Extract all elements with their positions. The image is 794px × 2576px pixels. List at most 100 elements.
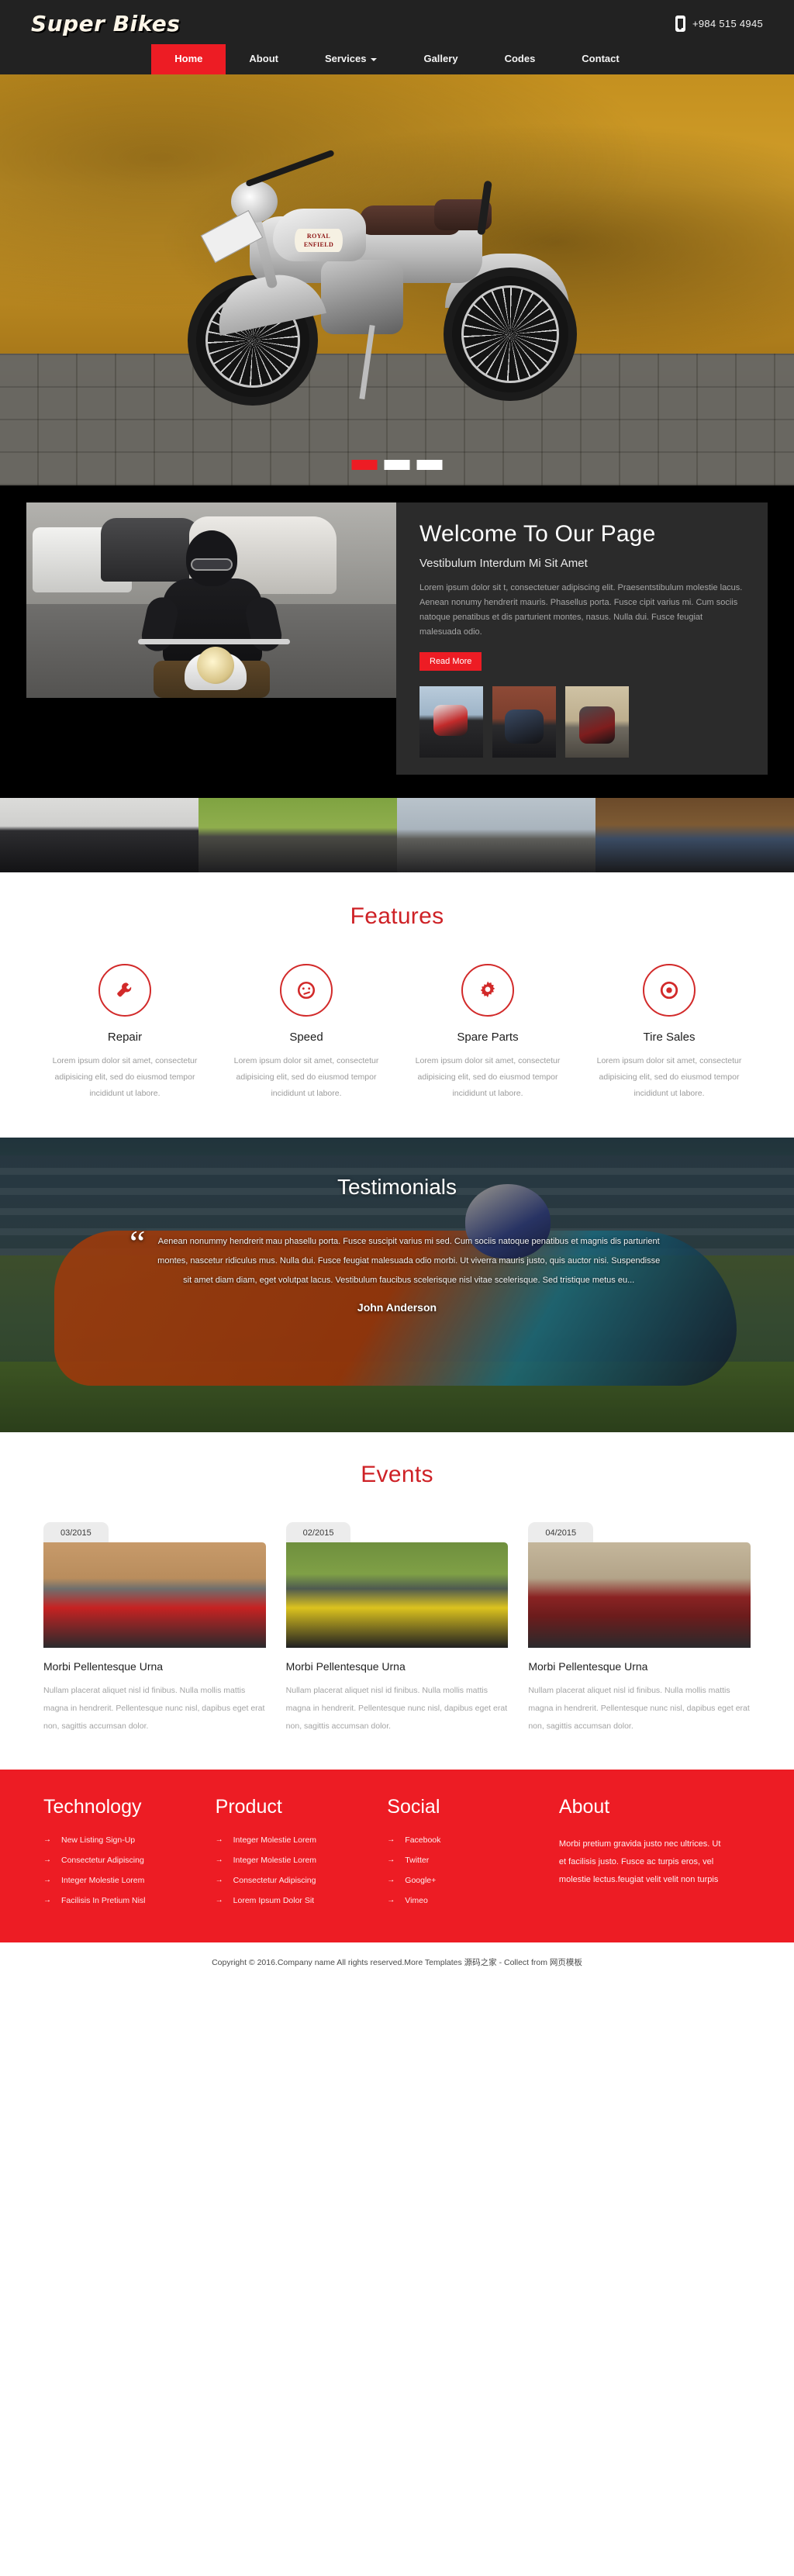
testimonial-author: John Anderson — [357, 1301, 437, 1314]
bike-brand-badge: ROYAL ENFIELD — [295, 228, 343, 252]
feature-desc: Lorem ipsum dolor sit amet, consectetur … — [596, 1056, 742, 1098]
event-title: Morbi Pellentesque Urna — [43, 1660, 164, 1673]
footer-column-about: About Morbi pretium gravida justo nec ul… — [559, 1796, 751, 1916]
arrow-right-icon: → — [387, 1896, 395, 1904]
gallery-item-4[interactable] — [596, 798, 794, 872]
welcome-photo-rider — [138, 530, 290, 698]
footer-link[interactable]: → Lorem Ipsum Dolor Sit — [216, 1896, 369, 1905]
nav-item-home[interactable]: Home — [151, 44, 226, 74]
site-footer: Technology → New Listing Sign-Up → Consect… — [0, 1770, 794, 1942]
feature-tire-sales[interactable]: Tire Sales Lorem ipsum dolor sit amet, c… — [596, 964, 743, 1102]
footer-link[interactable]: → Integer Molestie Lorem — [43, 1876, 197, 1885]
feature-spare-parts[interactable]: Spare Parts Lorem ipsum dolor sit amet, … — [414, 964, 561, 1102]
rider-bike-handlebars — [138, 639, 290, 644]
footer-link[interactable]: → Facilisis In Pretium Nisl — [43, 1896, 197, 1905]
event-card[interactable]: 03/2015 Morbi Pellentesque Urna Nullam p… — [43, 1522, 266, 1735]
welcome-thumbnails — [419, 686, 744, 758]
welcome-thumb-1[interactable] — [419, 686, 483, 758]
arrow-right-icon: → — [43, 1896, 51, 1904]
nav-label-home: Home — [174, 53, 203, 64]
welcome-panel: Welcome To Our Page Vestibulum Interdum … — [396, 502, 768, 775]
footer-link[interactable]: → Integer Molestie Lorem — [216, 1835, 369, 1845]
footer-link[interactable]: → New Listing Sign-Up — [43, 1835, 197, 1845]
event-image — [285, 1542, 509, 1648]
feature-title: Spare Parts — [457, 1031, 519, 1044]
nav-list: Home About Services Gallery Codes Contac… — [151, 44, 642, 74]
gallery-item-3[interactable] — [397, 798, 596, 872]
arrow-right-icon: → — [387, 1876, 395, 1884]
hero-slider[interactable]: ROYAL ENFIELD — [0, 74, 794, 485]
gallery-item-1[interactable] — [0, 798, 198, 872]
arrow-right-icon: → — [43, 1856, 51, 1864]
hero-slide-indicator-2[interactable] — [384, 460, 410, 470]
footer-columns: Technology → New Listing Sign-Up → Consect… — [43, 1796, 751, 1916]
footer-column-technology: Technology → New Listing Sign-Up → Consect… — [43, 1796, 197, 1916]
footer-link[interactable]: → Integer Molestie Lorem — [216, 1856, 369, 1865]
welcome-thumb-2[interactable] — [492, 686, 556, 758]
feature-title: Speed — [289, 1031, 323, 1044]
nav-item-codes[interactable]: Codes — [482, 44, 559, 74]
footer-column-title: Technology — [43, 1796, 142, 1818]
event-card[interactable]: 04/2015 Morbi Pellentesque Urna Nullam p… — [528, 1522, 751, 1735]
page-root: Super Bikes +984 515 4945 Home About Ser… — [0, 0, 794, 1981]
events-section: Events 03/2015 Morbi Pellentesque Urna N… — [0, 1432, 794, 1770]
event-title: Morbi Pellentesque Urna — [285, 1660, 406, 1673]
welcome-row: Welcome To Our Page Vestibulum Interdum … — [26, 502, 768, 775]
chevron-down-icon — [371, 57, 378, 61]
event-description: Nullam placerat aliquet nisl id finibus.… — [43, 1686, 265, 1731]
nav-item-services[interactable]: Services — [302, 44, 401, 74]
site-logo[interactable]: Super Bikes — [31, 11, 180, 36]
gallery-item-2[interactable] — [198, 798, 397, 872]
welcome-section: Welcome To Our Page Vestibulum Interdum … — [0, 485, 794, 798]
welcome-thumb-3[interactable] — [565, 686, 629, 758]
footer-link[interactable]: → Consectetur Adipiscing — [43, 1856, 197, 1865]
header-phone: +984 515 4945 — [675, 16, 763, 32]
footer-link-label: Twitter — [405, 1856, 430, 1865]
footer-link-label: Facebook — [405, 1835, 441, 1845]
footer-link-vimeo[interactable]: → Vimeo — [387, 1896, 540, 1905]
nav-item-about[interactable]: About — [226, 44, 302, 74]
footer-link-googleplus[interactable]: → Google+ — [387, 1876, 540, 1885]
event-image — [528, 1542, 751, 1648]
nav-item-contact[interactable]: Contact — [558, 44, 642, 74]
nav-label-codes: Codes — [504, 53, 536, 64]
rider-goggles — [191, 558, 233, 571]
feature-icon-circle — [98, 964, 151, 1017]
event-card[interactable]: 02/2015 Morbi Pellentesque Urna Nullam p… — [285, 1522, 509, 1735]
rider-bike-headlight — [197, 647, 234, 684]
footer-link-label: Integer Molestie Lorem — [233, 1835, 317, 1845]
mobile-phone-icon — [675, 16, 685, 32]
nav-item-gallery[interactable]: Gallery — [400, 44, 481, 74]
bike-rear-wheel — [444, 267, 577, 401]
read-more-button[interactable]: Read More — [419, 652, 482, 671]
footer-column-title: Product — [215, 1796, 282, 1818]
welcome-paragraph: Lorem ipsum dolor sit t, consectetuer ad… — [419, 583, 743, 637]
footer-column-social: Social → Facebook → Twitter → Google+ → Vime… — [387, 1796, 540, 1916]
event-date-badge: 04/2015 — [528, 1522, 594, 1542]
footer-link-label: Google+ — [405, 1876, 437, 1885]
site-header: Super Bikes +984 515 4945 Home About Ser… — [0, 0, 794, 74]
footer-link-facebook[interactable]: → Facebook — [387, 1835, 540, 1845]
feature-speed[interactable]: Speed Lorem ipsum dolor sit amet, consec… — [233, 964, 380, 1102]
target-icon — [660, 981, 678, 1000]
feature-title: Tire Sales — [643, 1031, 696, 1044]
footer-link[interactable]: → Consectetur Adipiscing — [216, 1876, 369, 1885]
footer-link-twitter[interactable]: → Twitter — [387, 1856, 540, 1865]
hero-slide-indicator-1[interactable] — [351, 460, 378, 470]
event-image — [43, 1542, 266, 1648]
footer-link-label: New Listing Sign-Up — [61, 1835, 136, 1845]
footer-column-title: Social — [387, 1796, 440, 1818]
events-row: 03/2015 Morbi Pellentesque Urna Nullam p… — [0, 1522, 794, 1735]
footer-link-label: Lorem Ipsum Dolor Sit — [233, 1896, 315, 1905]
event-date-badge: 02/2015 — [285, 1522, 351, 1542]
bike-engine — [321, 259, 403, 334]
nav-label-services: Services — [324, 53, 367, 64]
footer-column-title: About — [558, 1796, 610, 1818]
feature-repair[interactable]: Repair Lorem ipsum dolor sit amet, conse… — [51, 964, 198, 1102]
header-top-bar: Super Bikes +984 515 4945 — [0, 0, 794, 44]
arrow-right-icon: → — [215, 1876, 223, 1884]
arrow-right-icon: → — [215, 1835, 223, 1844]
hero-slide-indicator-3[interactable] — [416, 460, 443, 470]
event-title: Morbi Pellentesque Urna — [528, 1660, 648, 1673]
features-row: Repair Lorem ipsum dolor sit amet, conse… — [0, 964, 794, 1102]
